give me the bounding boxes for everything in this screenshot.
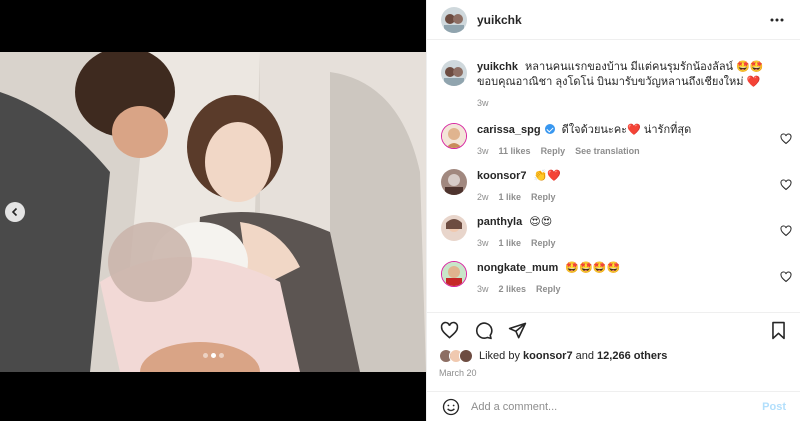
- action-bar: [439, 315, 788, 345]
- add-comment-bar: Post: [427, 391, 800, 421]
- save-button[interactable]: [768, 320, 788, 340]
- comment-button[interactable]: [473, 320, 493, 340]
- reply-button[interactable]: Reply: [536, 282, 561, 297]
- post-date[interactable]: March 20: [439, 368, 788, 378]
- liked-by-and: and: [575, 350, 594, 362]
- comment-body: carissa_spg ดีใจด้วยนะคะ❤️ น่ารักที่สุด …: [477, 123, 786, 159]
- avatar[interactable]: [441, 6, 467, 33]
- like-comment-heart-icon[interactable]: [780, 271, 792, 283]
- liker-avatars[interactable]: [439, 349, 473, 363]
- chevron-left-icon: [11, 207, 18, 217]
- bookmark-icon: [771, 321, 785, 339]
- emoji-button[interactable]: [441, 397, 461, 417]
- post-media[interactable]: [0, 0, 426, 421]
- post-photo: [0, 52, 426, 372]
- comment-text: 😍😍: [529, 216, 553, 228]
- comment-text: 🤩🤩🤩🤩: [565, 262, 621, 274]
- avatar[interactable]: [441, 261, 467, 287]
- paper-plane-icon: [508, 322, 526, 338]
- comment-username[interactable]: koonsor7: [477, 170, 527, 182]
- post-caption: yuikchk หลานคนแรกของบ้าน มีแต่คนรุมรักน้…: [427, 60, 800, 111]
- like-button[interactable]: [439, 320, 459, 340]
- post-sidebar: yuikchk yuikchk หลานคนแรกของบ้าน มีแต่คน…: [426, 0, 800, 421]
- heart-icon: [440, 321, 458, 339]
- comment-item: koonsor7 👏❤️ 2w 1 like Reply: [427, 169, 800, 205]
- comment-item: panthyla 😍😍 3w 1 like Reply: [427, 215, 800, 251]
- post-actions: Liked by koonsor7 and 12,266 others Marc…: [427, 312, 800, 378]
- liked-by-prefix: Liked by: [479, 350, 520, 362]
- comment-likes[interactable]: 2 likes: [499, 282, 527, 297]
- comments-list[interactable]: yuikchk หลานคนแรกของบ้าน มีแต่คนรุมรักน้…: [427, 52, 800, 310]
- caption-time[interactable]: 3w: [477, 96, 489, 111]
- reply-button[interactable]: Reply: [541, 144, 566, 159]
- caption-body: yuikchk หลานคนแรกของบ้าน มีแต่คนรุมรักน้…: [477, 60, 786, 111]
- avatar[interactable]: [441, 123, 467, 149]
- avatar[interactable]: [441, 215, 467, 241]
- comment-likes[interactable]: 11 likes: [499, 144, 531, 159]
- comment-icon: [475, 321, 493, 339]
- comment-time[interactable]: 3w: [477, 144, 489, 159]
- comment-input[interactable]: [471, 400, 763, 413]
- like-comment-heart-icon[interactable]: [780, 225, 792, 237]
- carousel-dot: [202, 353, 208, 358]
- liked-by-user[interactable]: koonsor7: [523, 350, 573, 362]
- comment-time[interactable]: 3w: [477, 236, 489, 251]
- post-header: yuikchk: [427, 0, 800, 40]
- caption-username[interactable]: yuikchk: [477, 61, 518, 73]
- see-translation-button[interactable]: See translation: [575, 144, 640, 159]
- avatar[interactable]: [441, 60, 467, 86]
- comment-likes[interactable]: 1 like: [499, 190, 522, 205]
- smiley-icon: [442, 398, 460, 415]
- caption-text: หลานคนแรกของบ้าน มีแต่คนรุมรักน้องลัลน์ …: [477, 61, 764, 88]
- comment-item: carissa_spg ดีใจด้วยนะคะ❤️ น่ารักที่สุด …: [427, 123, 800, 159]
- carousel-dot-active: [210, 353, 216, 358]
- comment-body: koonsor7 👏❤️ 2w 1 like Reply: [477, 169, 786, 205]
- comment-text: ดีใจด้วยนะคะ❤️ น่ารักที่สุด: [561, 124, 692, 136]
- verified-badge-icon: [544, 124, 555, 134]
- comment-item: nongkate_mum 🤩🤩🤩🤩 3w 2 likes Reply: [427, 261, 800, 297]
- share-button[interactable]: [507, 320, 527, 340]
- comment-body: nongkate_mum 🤩🤩🤩🤩 3w 2 likes Reply: [477, 261, 786, 297]
- comment-likes[interactable]: 1 like: [499, 236, 522, 251]
- comment-username[interactable]: carissa_spg: [477, 124, 541, 136]
- like-comment-heart-icon[interactable]: [780, 179, 792, 191]
- comment-time[interactable]: 3w: [477, 282, 489, 297]
- comment-text: 👏❤️: [533, 170, 561, 182]
- comment-username[interactable]: panthyla: [477, 216, 522, 228]
- comment-username[interactable]: nongkate_mum: [477, 262, 558, 274]
- avatar[interactable]: [441, 169, 467, 195]
- avatar: [459, 349, 473, 363]
- carousel-indicator: [0, 353, 426, 358]
- like-comment-heart-icon[interactable]: [780, 133, 792, 145]
- reply-button[interactable]: Reply: [531, 236, 556, 251]
- comment-body: panthyla 😍😍 3w 1 like Reply: [477, 215, 786, 251]
- photo-illustration: [0, 52, 426, 372]
- carousel-dot: [218, 353, 224, 358]
- liked-by: Liked by koonsor7 and 12,266 others: [439, 349, 788, 363]
- more-horizontal-icon: [770, 18, 784, 21]
- reply-button[interactable]: Reply: [531, 190, 556, 205]
- comment-time[interactable]: 2w: [477, 190, 489, 205]
- likes-count[interactable]: 12,266 others: [597, 350, 667, 362]
- post-author-username[interactable]: yuikchk: [477, 13, 522, 27]
- more-options-button[interactable]: [768, 11, 786, 29]
- post-comment-button[interactable]: Post: [762, 401, 786, 413]
- carousel-prev-button[interactable]: [5, 202, 25, 222]
